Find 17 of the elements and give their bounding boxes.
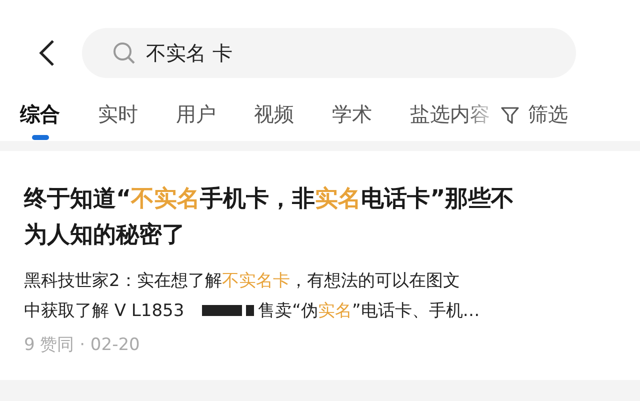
search-tab[interactable]: 视频 xyxy=(254,101,294,140)
search-tab[interactable]: 盐选内容 xyxy=(410,101,490,140)
redaction-mark xyxy=(202,304,254,316)
article-snippet: 售卖“伪实名”电话卡、手机… xyxy=(258,300,480,322)
article-title[interactable]: 为人知的秘密了 xyxy=(24,217,185,253)
article-snippet: 中获取了解 V L1853 xyxy=(24,300,184,322)
search-tab[interactable]: 实时 xyxy=(98,101,138,140)
article-meta: 9 赞同 · 02-20 xyxy=(24,334,140,356)
funnel-icon xyxy=(500,104,520,124)
filter-button[interactable]: 筛选 xyxy=(500,101,568,128)
search-tab[interactable]: 用户 xyxy=(176,101,216,140)
article-snippet: 黑科技世家2：实在想了解不实名卡，有想法的可以在图文 xyxy=(24,270,460,292)
search-tab[interactable]: 综合 xyxy=(20,101,60,140)
search-tab[interactable]: 学术 xyxy=(332,101,372,140)
search-field[interactable]: 不实名 卡 xyxy=(82,28,576,78)
search-icon xyxy=(112,41,136,65)
article-title[interactable]: 终于知道“不实名手机卡，非实名电话卡”那些不 xyxy=(24,181,514,217)
